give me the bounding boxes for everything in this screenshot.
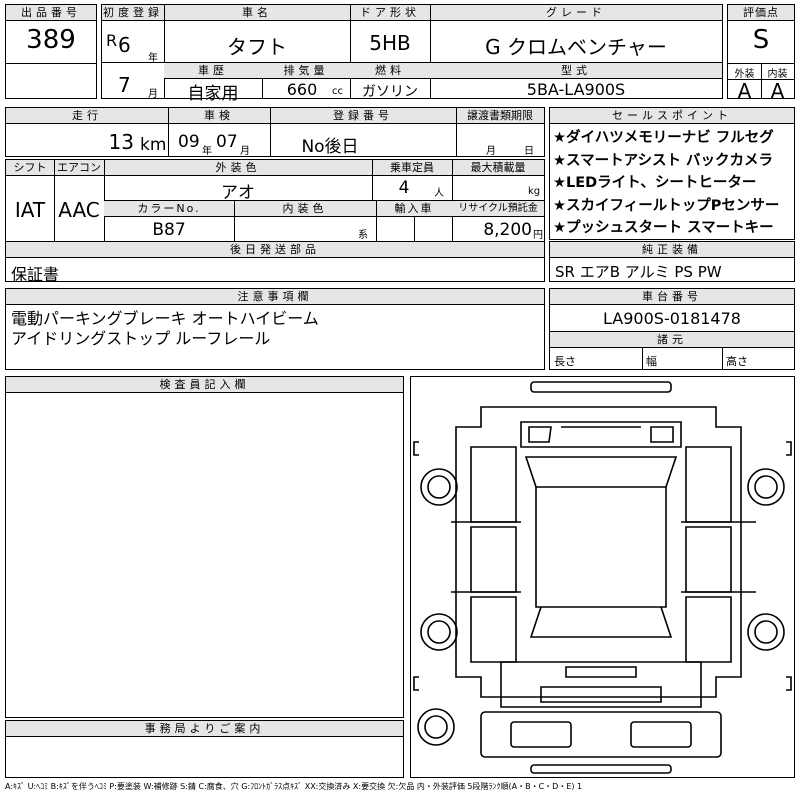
sales-point: ★プッシュスタート スマートキー [553,220,774,236]
car-body-diagram [413,381,792,774]
standard-equipment-box: 純正装備 SR エアB アルミ PS PW [549,241,795,282]
recycle-label: リサイクル預託金 [452,201,544,217]
legend-text: A:ｷｽﾞ U:ﾍｺﾐ B:ｷｽﾞを伴うﾍｺﾐ P:要塗装 W:補修跡 S:錆 … [5,782,583,791]
displacement-unit: cc [332,86,343,97]
first-reg-era: R [106,31,118,50]
lot-box: 出品番号 389 [5,4,97,99]
exterior-score-label: 外装 [734,69,755,80]
inspection-label: 車検 [168,108,270,124]
lot-number: 389 [26,25,76,55]
specs-label: 諸元 [550,332,794,348]
first-reg-month-unit: 月 [148,89,158,100]
history-value: 自家用 [187,84,239,104]
spec-box: シフト エアコン 外装色 乗車定員 最大積載量 IAT AAC アオ 4 人 k… [5,159,545,242]
lot-label: 出品番号 [6,5,96,21]
reg-number-value: No後日 [301,137,359,157]
specs-height: 高さ [726,355,748,368]
transfer-deadline-label: 譲渡書類期限 [456,108,544,124]
max-load-unit: kg [528,186,541,197]
first-reg-year: 6 [118,33,131,57]
sales-point: ★ダイハツメモリーナビ フルセグ [553,130,774,146]
recycle-unit: 円 [533,230,543,241]
inspection-month-unit: 月 [240,146,250,157]
fuel-label: 燃料 [350,63,430,79]
exterior-color-label: 外装色 [104,160,372,176]
shift-label: シフト [6,160,54,176]
transfer-day-unit: 日 [524,146,534,157]
exterior-score-value: A [737,79,752,103]
note-line: 電動パーキングブレーキ オートハイビーム [11,309,319,328]
inspection-year: 09 [178,132,200,152]
interior-color-unit: 系 [358,230,368,241]
grade-value: G クロムベンチャー [485,35,667,59]
import-label: 輸入車 [376,201,452,217]
shift-value: IAT [14,198,46,222]
door-value: 5HB [369,31,411,55]
first-reg-month: 7 [118,73,131,97]
chassis-label: 車台番号 [550,289,794,305]
model-code-label: 型式 [430,63,722,79]
car-name-value: タフト [227,35,287,59]
inspection-year-unit: 年 [202,146,212,157]
mileage-value: 13 [108,130,134,154]
recycle-value: 8,200 [483,220,532,240]
model-code-value: 5BA-LA900S [526,80,626,99]
office-label: 事務局よりご案内 [6,721,403,737]
max-load-label: 最大積載量 [452,160,544,176]
interior-score-value: A [770,79,785,103]
chassis-box: 車台番号 LA900S-0181478 諸元 長さ 幅 高さ [549,288,795,370]
history-label: 車歴 [164,63,262,79]
displacement-label: 排気量 [262,63,350,79]
sales-point: ★スカイフィールトップPセンサー [553,197,780,214]
score-label: 評価点 [728,5,794,21]
grade-label: グレード [430,5,722,21]
fuel-value: ガソリン [362,84,418,100]
sales-points-box: セールスポイント ★ダイハツメモリーナビ フルセグ ★スマートアシスト バックカ… [549,107,795,240]
sales-points-label: セールスポイント [550,108,794,124]
notes-lines: 電動パーキングブレーキ オートハイビーム アイドリングストップ ルーフレール [11,309,319,349]
displacement-value: 660 [286,80,318,99]
later-items-label: 後日発送部品 [6,242,544,258]
sales-points-list: ★ダイハツメモリーナビ フルセグ ★スマートアシスト バックカメラ ★LEDライ… [553,127,779,240]
car-diagram-box [410,376,795,778]
history-box: 7 月 車歴 自家用 排気量 660 cc 燃料 ガソリン 型式 5BA-LA9… [101,62,723,104]
office-box: 事務局よりご案内 [5,720,404,778]
score-box: 評価点 S 外装 内装 A A [727,4,795,103]
color-no-label: カラーNo. [104,201,234,217]
main-info-box: 初度登録 車名 ドア形状 グレード R 6 年 タフト 5HB G クロムベンチ… [101,4,723,64]
standard-equipment-value: SR エアB アルミ PS PW [555,263,722,281]
chassis-value: LA900S-0181478 [603,309,741,328]
inspector-box: 検査員記入欄 [5,376,404,718]
aircon-label: エアコン [54,160,104,176]
capacity-unit: 人 [434,188,444,199]
notes-label: 注意事項欄 [6,289,544,305]
inspector-label: 検査員記入欄 [6,377,403,393]
mileage-box: 走行 車検 登録番号 譲渡書類期限 13 km 09 年 07 月 No後日 月… [5,107,545,157]
specs-width: 幅 [646,355,657,368]
capacity-label: 乗車定員 [372,160,452,176]
car-name-label: 車名 [164,5,350,21]
sales-point: ★LEDライト、シートヒーター [553,175,757,191]
specs-length: 長さ [554,355,576,368]
door-label: ドア形状 [350,5,430,21]
interior-score-label: 内装 [767,69,788,80]
mileage-label: 走行 [6,108,168,124]
standard-equipment-label: 純正装備 [550,242,794,258]
interior-color-label: 内装色 [234,201,376,217]
inspection-month: 07 [216,132,238,152]
color-no-value: B87 [152,220,186,240]
first-reg-label: 初度登録 [102,5,164,21]
aircon-value: AAC [58,198,100,222]
capacity-value: 4 [398,178,410,198]
mileage-unit: km [140,135,167,155]
note-line: アイドリングストップ ルーフレール [11,329,271,348]
later-items-box: 後日発送部品 保証書 [5,241,545,284]
reg-number-label: 登録番号 [270,108,456,124]
score-value: S [752,25,770,55]
sales-point: ★スマートアシスト バックカメラ [553,152,774,169]
notes-box: 注意事項欄 電動パーキングブレーキ オートハイビーム アイドリングストップ ルー… [5,288,545,370]
transfer-month-unit: 月 [486,146,496,157]
later-items-value: 保証書 [11,265,60,284]
